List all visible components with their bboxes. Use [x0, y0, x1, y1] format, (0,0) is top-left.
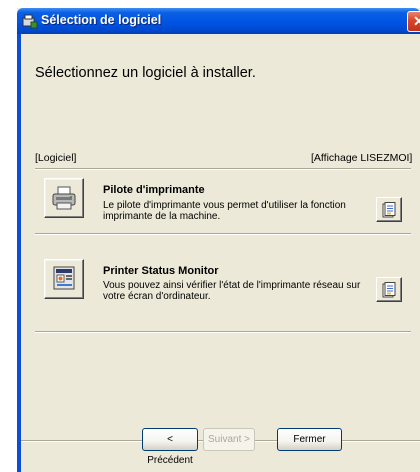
- close-button[interactable]: Fermer: [277, 428, 342, 451]
- back-button[interactable]: < Précédent: [142, 428, 198, 466]
- readme-column-label: [Affichage LISEZMOI]: [311, 152, 413, 164]
- next-button[interactable]: Suivant >: [203, 428, 255, 451]
- close-window-button[interactable]: ✕: [407, 11, 420, 32]
- dialog-content: Sélectionnez un logiciel à installer. [L…: [21, 34, 420, 472]
- setup-app-icon: [22, 14, 38, 29]
- status-monitor-icon: [53, 266, 75, 290]
- separator-top: [35, 168, 411, 170]
- readme-status-monitor-button[interactable]: [376, 277, 402, 302]
- item-description: Vous pouvez ainsi vérifier l'état de l'i…: [103, 280, 361, 302]
- document-icon: [382, 282, 396, 298]
- page-heading: Sélectionnez un logiciel à installer.: [35, 65, 256, 81]
- software-column-label: [Logiciel]: [35, 152, 77, 164]
- printer-icon: [52, 186, 76, 210]
- item-title: Pilote d'imprimante: [103, 184, 205, 196]
- install-printer-driver-button[interactable]: [44, 178, 84, 218]
- item-title: Printer Status Monitor: [103, 265, 219, 277]
- install-status-monitor-button[interactable]: [44, 259, 84, 299]
- installer-window: Sélection de logiciel ✕ Sélectionnez un …: [17, 8, 420, 472]
- title-bar[interactable]: Sélection de logiciel ✕: [17, 8, 420, 34]
- separator-item: [35, 233, 411, 235]
- document-icon: [382, 202, 396, 218]
- window-title: Sélection de logiciel: [41, 13, 162, 27]
- item-description: Le pilote d'imprimante vous permet d'uti…: [103, 200, 346, 222]
- readme-printer-driver-button[interactable]: [376, 197, 402, 222]
- separator-bottom: [35, 331, 411, 333]
- close-icon: ✕: [413, 13, 420, 29]
